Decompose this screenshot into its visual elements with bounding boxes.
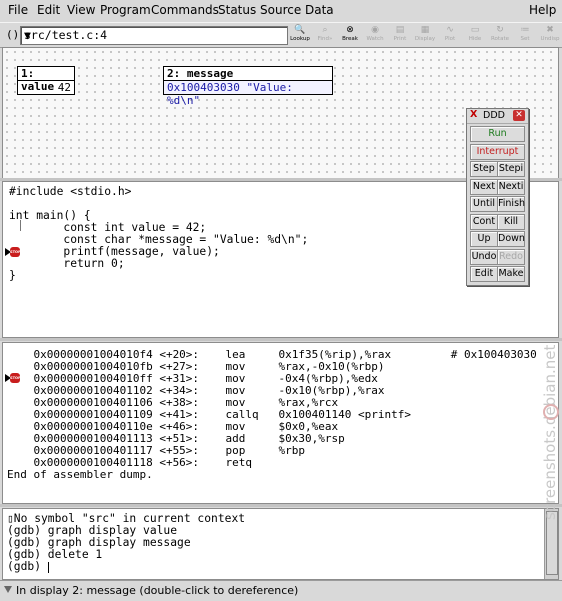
display-name: value — [21, 80, 55, 93]
pane-sash[interactable] — [0, 504, 562, 507]
close-icon[interactable]: ✕ — [513, 110, 525, 121]
tool-label: Find» — [317, 36, 333, 42]
nexti-button[interactable]: Nexti — [497, 178, 525, 195]
interrupt-button[interactable]: Interrupt — [470, 143, 525, 160]
tool-label: Lookup — [290, 36, 310, 42]
command-tool-title: DDD — [483, 110, 505, 121]
run-button[interactable]: Run — [470, 126, 525, 142]
tool-label: Print — [393, 36, 407, 42]
tool-rotate-button[interactable]: ↻ Rotate — [487, 25, 513, 45]
command-tool-titlebar[interactable]: X DDD ✕ — [467, 109, 528, 124]
machine-code-window[interactable]: 0x00000001004010f4 <+20>: lea 0x1f35(%ri… — [2, 342, 559, 504]
display-number: 1: — [21, 67, 35, 80]
status-bar: In display 2: message (double-click to d… — [0, 580, 562, 601]
status-history-icon[interactable] — [4, 586, 12, 593]
tool-label: Set — [520, 36, 530, 42]
pane-sash[interactable] — [0, 338, 562, 341]
cont-button[interactable]: Cont — [470, 213, 498, 230]
edit-button[interactable]: Edit — [470, 266, 498, 282]
find-icon: ⌕ — [322, 25, 328, 35]
display-header: 2: message — [164, 67, 332, 81]
code-line: (gdb) — [7, 560, 48, 573]
make-button[interactable]: Make — [497, 266, 525, 282]
breakpoint-stop-icon[interactable]: STOP — [5, 247, 21, 257]
code-line: End of assembler dump. — [7, 468, 153, 481]
command-tool[interactable]: X DDD ✕ Run Interrupt Step Stepi Next Nexti Un… — [466, 108, 529, 286]
step-button[interactable]: Step — [470, 161, 498, 177]
display-number: 2: — [167, 67, 181, 80]
svg-text:screenshots.debian.net: screenshots.debian.net — [541, 345, 559, 520]
tool-break-button[interactable]: ⊗ Break — [337, 25, 363, 45]
display-icon: ▦ — [420, 25, 430, 35]
menu-bar: File Edit View Program Commands Status S… — [0, 0, 562, 22]
tool-label: Hide — [468, 36, 482, 42]
menu-status[interactable]: Status — [218, 3, 256, 17]
tool-set-button[interactable]: ≔ Set — [512, 25, 538, 45]
toolbar: (): src/test.c:4 ▼ 🔍 Lookup ⌕ Find» ⊗ Break ◉ W… — [0, 22, 562, 48]
watch-icon: ◉ — [371, 25, 379, 35]
status-text: In display 2: message (double-click to d… — [16, 584, 299, 597]
watermark: screenshots.debian.net — [541, 345, 559, 520]
console-text: ▯No symbol "src" in current context (gdb)… — [7, 513, 245, 573]
tool-label: Undisp — [540, 36, 560, 42]
display-node-value[interactable]: 1: value 42 — [17, 66, 75, 95]
menu-source[interactable]: Source — [260, 3, 301, 17]
ddd-logo-icon: X — [470, 109, 478, 120]
text-cursor — [48, 562, 49, 573]
source-code: #include <stdio.h> int main() { const int… — [9, 186, 308, 282]
next-button[interactable]: Next — [470, 178, 498, 195]
text-cursor — [20, 220, 21, 231]
tool-label: Plot — [444, 36, 456, 42]
menu-data[interactable]: Data — [305, 3, 334, 17]
set-icon: ≔ — [520, 25, 530, 35]
print-icon: ▤ — [395, 25, 405, 35]
code-line: #include <stdio.h> — [9, 185, 132, 198]
tool-label: Watch — [366, 36, 384, 42]
tool-hide-button[interactable]: ▭ Hide — [462, 25, 488, 45]
kill-button[interactable]: Kill — [497, 213, 525, 230]
tool-label: Display — [414, 36, 436, 42]
tool-undisp-button[interactable]: ✖ Undisp — [537, 25, 562, 45]
menu-help[interactable]: Help — [529, 3, 556, 17]
gdb-console[interactable]: ▯No symbol "src" in current context (gdb)… — [2, 508, 559, 580]
tool-label: Rotate — [490, 36, 509, 42]
menu-program[interactable]: Program — [100, 3, 151, 17]
code-line: return 0; — [9, 257, 125, 270]
until-button[interactable]: Until — [470, 196, 498, 212]
display-value: 0x100403030 "Value: %d\n" — [164, 81, 332, 107]
stepi-button[interactable]: Stepi — [497, 161, 525, 177]
tool-display-button[interactable]: ▦ Display — [412, 25, 438, 45]
tool-print-button[interactable]: ▤ Print — [387, 25, 413, 45]
menu-edit[interactable]: Edit — [37, 3, 60, 17]
plot-icon: ∿ — [446, 25, 454, 35]
tool-label: Break — [342, 36, 358, 42]
code-line: } — [9, 269, 16, 282]
tool-find-button[interactable]: ⌕ Find» — [312, 25, 338, 45]
down-button[interactable]: Down — [497, 231, 525, 247]
rotate-icon: ↻ — [496, 25, 504, 35]
menu-file[interactable]: File — [8, 3, 28, 17]
redo-button[interactable]: Redo — [497, 248, 525, 265]
tool-lookup-button[interactable]: 🔍 Lookup — [287, 25, 313, 45]
lookup-icon: 🔍 — [294, 25, 306, 35]
finish-button[interactable]: Finish — [497, 196, 525, 212]
tool-watch-button[interactable]: ◉ Watch — [362, 25, 388, 45]
menu-commands[interactable]: Commands — [151, 3, 219, 17]
breakpoint-stop-icon[interactable]: STOP — [5, 373, 21, 383]
display-node-message[interactable]: 2: message 0x100403030 "Value: %d\n" — [163, 66, 333, 107]
scrollbar-thumb[interactable] — [546, 511, 558, 575]
display-header: 1: value — [18, 67, 74, 93]
display-name: message — [186, 67, 234, 80]
argument-field[interactable]: src/test.c:4 ▼ — [20, 26, 288, 45]
up-button[interactable]: Up — [470, 231, 498, 247]
undisplay-icon: ✖ — [546, 25, 554, 35]
menu-view[interactable]: View — [67, 3, 95, 17]
hide-icon: ▭ — [470, 25, 480, 35]
undo-button[interactable]: Undo — [470, 248, 498, 265]
assembler-code: 0x00000001004010f4 <+20>: lea 0x1f35(%ri… — [7, 349, 537, 481]
break-icon: ⊗ — [346, 25, 354, 35]
chevron-down-icon[interactable]: ▼ — [24, 28, 285, 42]
tool-plot-button[interactable]: ∿ Plot — [437, 25, 463, 45]
